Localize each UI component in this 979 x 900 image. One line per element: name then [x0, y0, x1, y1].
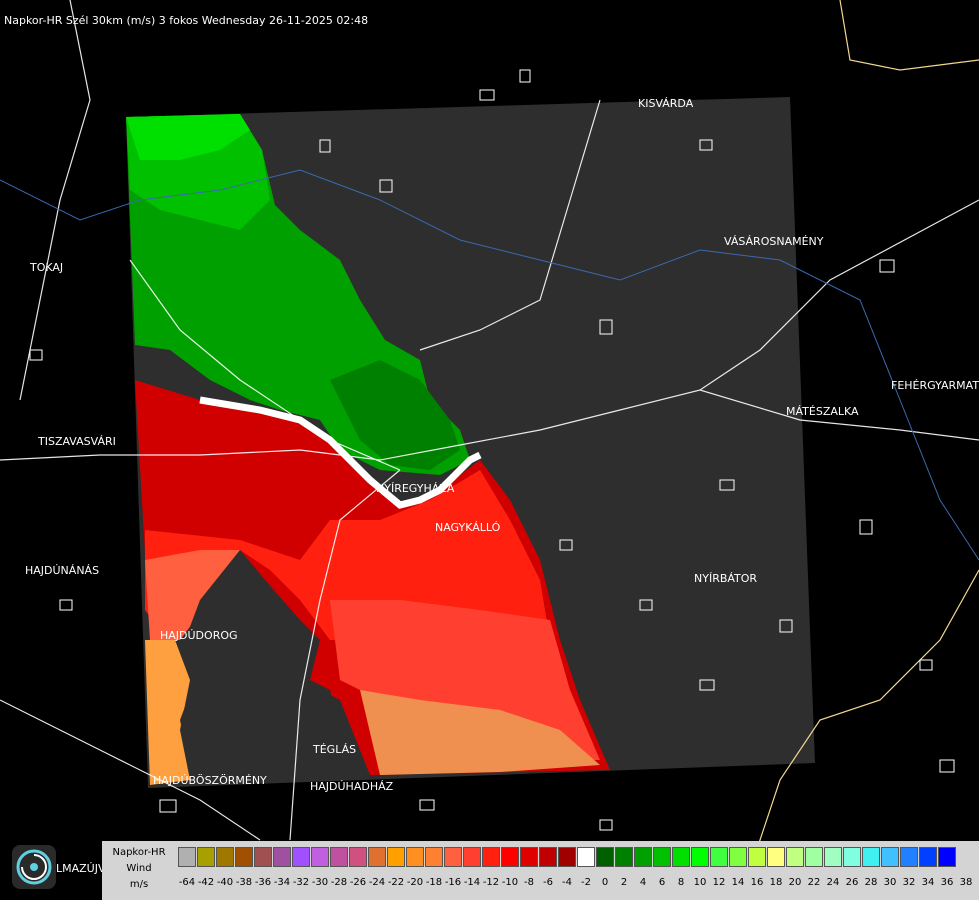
city-label: TÉGLÁS [313, 743, 357, 756]
legend-swatch [197, 847, 215, 867]
city-label: FEHÉRGYARMAT [891, 379, 979, 392]
legend-swatch [444, 847, 462, 867]
city-label: NYÍRBÁTOR [694, 572, 758, 585]
city-label: HAJDÚBÖSZÖRMÉNY [153, 774, 267, 787]
legend-swatch [653, 847, 671, 867]
napkor-logo [12, 845, 56, 889]
city-label: KISVÁRDA [638, 97, 694, 110]
legend-swatch [862, 847, 880, 867]
radar-map [0, 0, 979, 900]
legend-swatch [539, 847, 557, 867]
legend-swatch [273, 847, 291, 867]
legend-swatch [919, 847, 937, 867]
legend-swatch [710, 847, 728, 867]
legend-swatch [767, 847, 785, 867]
legend-swatch [235, 847, 253, 867]
legend-swatch [729, 847, 747, 867]
legend-swatch [482, 847, 500, 867]
legend-swatch [178, 847, 196, 867]
legend-swatch [938, 847, 956, 867]
city-label: TOKAJ [30, 261, 64, 274]
legend-swatch [805, 847, 823, 867]
legend-swatch [843, 847, 861, 867]
legend-swatch [330, 847, 348, 867]
legend-swatch [691, 847, 709, 867]
legend-swatch [311, 847, 329, 867]
legend-swatch [216, 847, 234, 867]
legend-swatch [672, 847, 690, 867]
legend-quantity: Wind [126, 863, 152, 874]
map-title: Napkor-HR Szél 30km (m/s) 3 fokos Wednes… [4, 14, 369, 27]
legend-swatch [558, 847, 576, 867]
legend-swatch [292, 847, 310, 867]
legend-unit: m/s [129, 879, 149, 890]
legend-swatch [596, 847, 614, 867]
legend-swatch [349, 847, 367, 867]
legend-swatch [406, 847, 424, 867]
city-label: HAJDÚNÁNÁS [25, 564, 100, 577]
city-label: MÁTÉSZALKA [786, 405, 859, 418]
legend-swatch [634, 847, 652, 867]
legend-title: Napkor-HR [112, 847, 166, 858]
legend-swatch [254, 847, 272, 867]
color-legend: Napkor-HR Wind m/s -64 -42 -40 -38 -36 -34 -32… [102, 841, 979, 900]
legend-swatch [577, 847, 595, 867]
city-label: TISZAVASVÁRI [38, 435, 116, 448]
legend-swatch [824, 847, 842, 867]
legend-swatch [900, 847, 918, 867]
legend-swatch [520, 847, 538, 867]
city-label: NAGYKÁLLÓ [435, 521, 501, 534]
legend-swatch [748, 847, 766, 867]
legend-swatch [786, 847, 804, 867]
legend-swatch [425, 847, 443, 867]
legend-swatch [463, 847, 481, 867]
legend-swatch [615, 847, 633, 867]
city-label: NYÍREGYHÁZA [376, 482, 455, 495]
city-label: HAJDÚDOROG [160, 629, 238, 642]
legend-swatch [368, 847, 386, 867]
legend-tick-label: 40 [974, 877, 979, 888]
legend-swatch [387, 847, 405, 867]
legend-swatch [881, 847, 899, 867]
city-label: HAJDÚHADHÁZ [310, 780, 394, 793]
city-label: VÁSÁROSNAMÉNY [724, 235, 824, 248]
legend-swatch [501, 847, 519, 867]
